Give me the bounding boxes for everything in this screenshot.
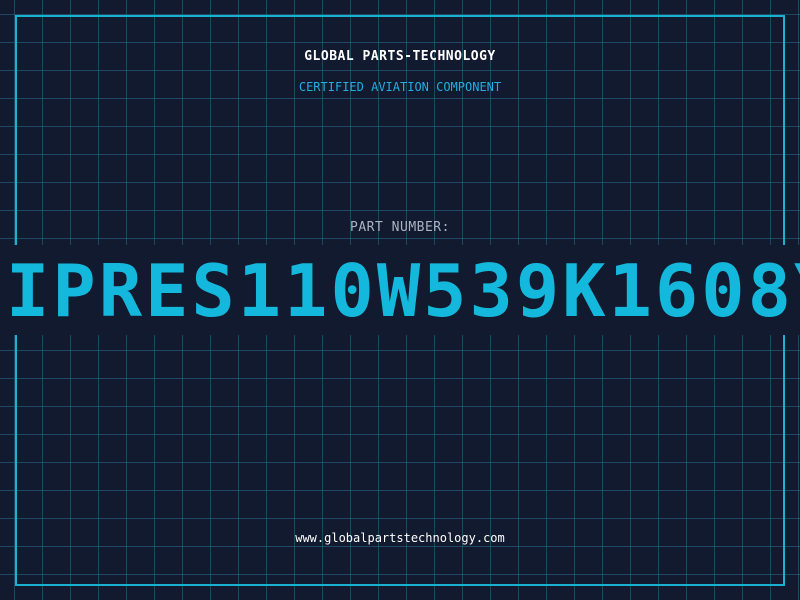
part-number-value: HIPRES110W539K1608Y: [0, 249, 800, 333]
part-number-label: PART NUMBER:: [350, 220, 450, 235]
company-name: GLOBAL PARTS-TECHNOLOGY: [304, 49, 496, 64]
website-url: www.globalpartstechnology.com: [295, 531, 505, 545]
certification-tagline: CERTIFIED AVIATION COMPONENT: [298, 80, 502, 94]
part-label-card: GLOBAL PARTS-TECHNOLOGY CERTIFIED AVIATI…: [0, 0, 800, 600]
part-number-band: HIPRES110W539K1608Y: [0, 245, 800, 335]
